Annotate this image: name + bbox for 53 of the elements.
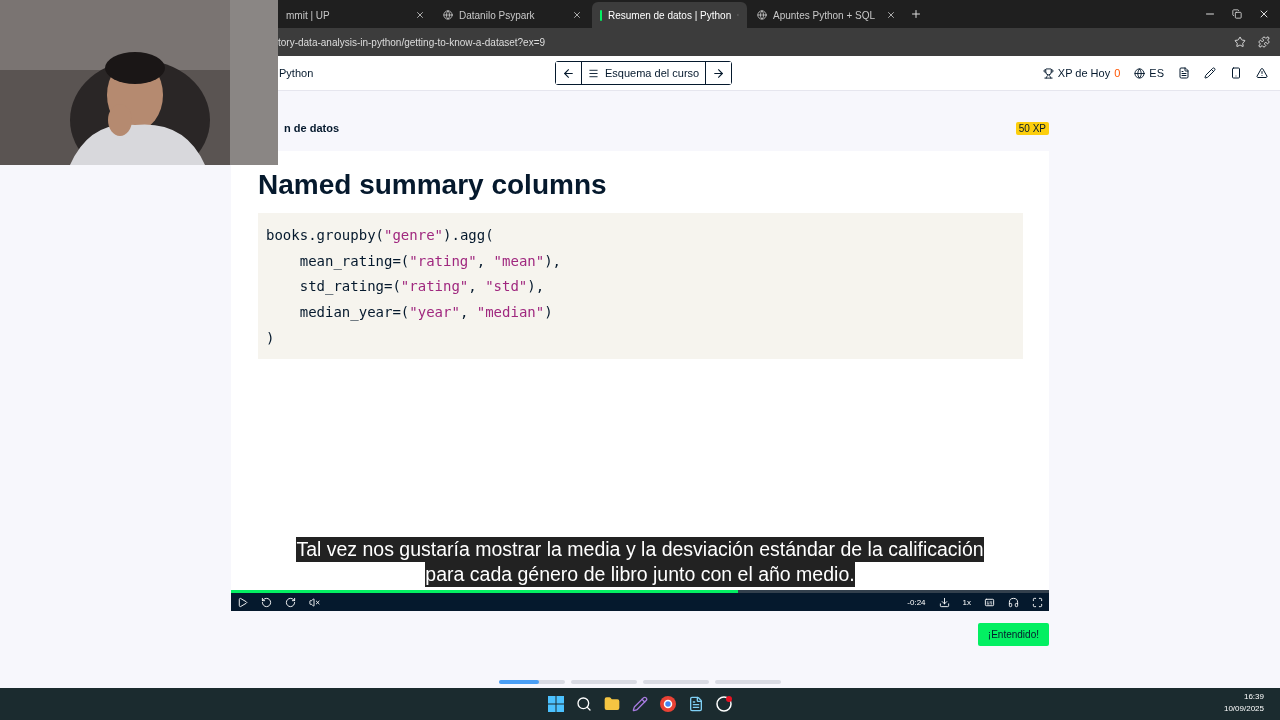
clock-date[interactable]: 10/09/2025 xyxy=(1223,703,1264,715)
xp-value: 0 xyxy=(1114,67,1121,79)
globe-icon xyxy=(757,10,767,20)
speed-button[interactable]: 1x xyxy=(962,597,971,607)
language-label[interactable]: ES xyxy=(1149,67,1164,79)
phone-icon[interactable] xyxy=(1230,67,1242,79)
search-icon[interactable] xyxy=(576,696,592,712)
star-icon[interactable] xyxy=(1234,36,1246,48)
notepad-icon[interactable] xyxy=(688,696,704,712)
fullscreen-icon[interactable] xyxy=(1032,596,1043,608)
exercise-title: n de datos xyxy=(284,122,339,134)
menu-icon xyxy=(588,67,599,79)
windows-icon[interactable] xyxy=(548,696,564,712)
arrow-right-icon xyxy=(712,66,726,80)
slide-title: Named summary columns xyxy=(258,169,608,201)
confirm-button[interactable]: ¡Entendido! xyxy=(977,623,1049,646)
time-remaining: -0:24 xyxy=(907,597,926,607)
code-line: median_year=("year", "median") xyxy=(298,303,554,323)
warning-icon[interactable] xyxy=(1256,67,1268,79)
rewind-icon[interactable] xyxy=(261,596,272,608)
document-icon[interactable] xyxy=(1178,67,1190,79)
mute-icon[interactable] xyxy=(309,596,320,608)
step-track[interactable] xyxy=(499,680,565,684)
download-icon[interactable] xyxy=(938,596,950,608)
trophy-icon[interactable] xyxy=(1042,67,1054,79)
clock-time[interactable]: 16:39 xyxy=(1243,691,1264,703)
course-title: Python xyxy=(279,67,315,79)
code-line: ) xyxy=(266,328,276,348)
next-button[interactable] xyxy=(705,62,732,84)
browser-tab[interactable]: Datanilo Psypark xyxy=(435,2,590,28)
code-line: books.groupby("genre").agg( xyxy=(266,226,495,245)
xp-label: XP de Hoy xyxy=(1057,67,1111,79)
captions-icon[interactable] xyxy=(984,596,995,608)
previous-button[interactable] xyxy=(556,62,582,84)
xp-badge: 50 XP xyxy=(1015,121,1049,135)
headphones-icon[interactable] xyxy=(1008,596,1019,608)
browser-tab[interactable]: mmit | UP xyxy=(278,2,433,28)
video-progress-track[interactable] xyxy=(231,590,1049,593)
browser-tab[interactable]: Apuntes Python + SQL xyxy=(749,2,904,28)
pencil-icon[interactable] xyxy=(1204,67,1216,79)
code-line: std_rating=("rating", "std"), xyxy=(298,277,546,297)
new-tab-icon[interactable] xyxy=(910,8,922,20)
forward-icon[interactable] xyxy=(285,596,296,608)
app-icon[interactable] xyxy=(716,696,732,712)
browser-tab[interactable]: Resumen de datos | Python xyxy=(592,2,747,28)
code-line: mean_rating=("rating", "mean"), xyxy=(298,251,563,272)
restore-icon[interactable] xyxy=(1232,9,1242,19)
globe-icon[interactable] xyxy=(1134,67,1146,79)
globe-icon xyxy=(443,10,453,20)
arrow-left-icon xyxy=(562,66,575,80)
play-icon[interactable] xyxy=(237,596,248,608)
puzzle-icon[interactable] xyxy=(1258,36,1270,48)
folder-icon[interactable] xyxy=(604,696,620,712)
